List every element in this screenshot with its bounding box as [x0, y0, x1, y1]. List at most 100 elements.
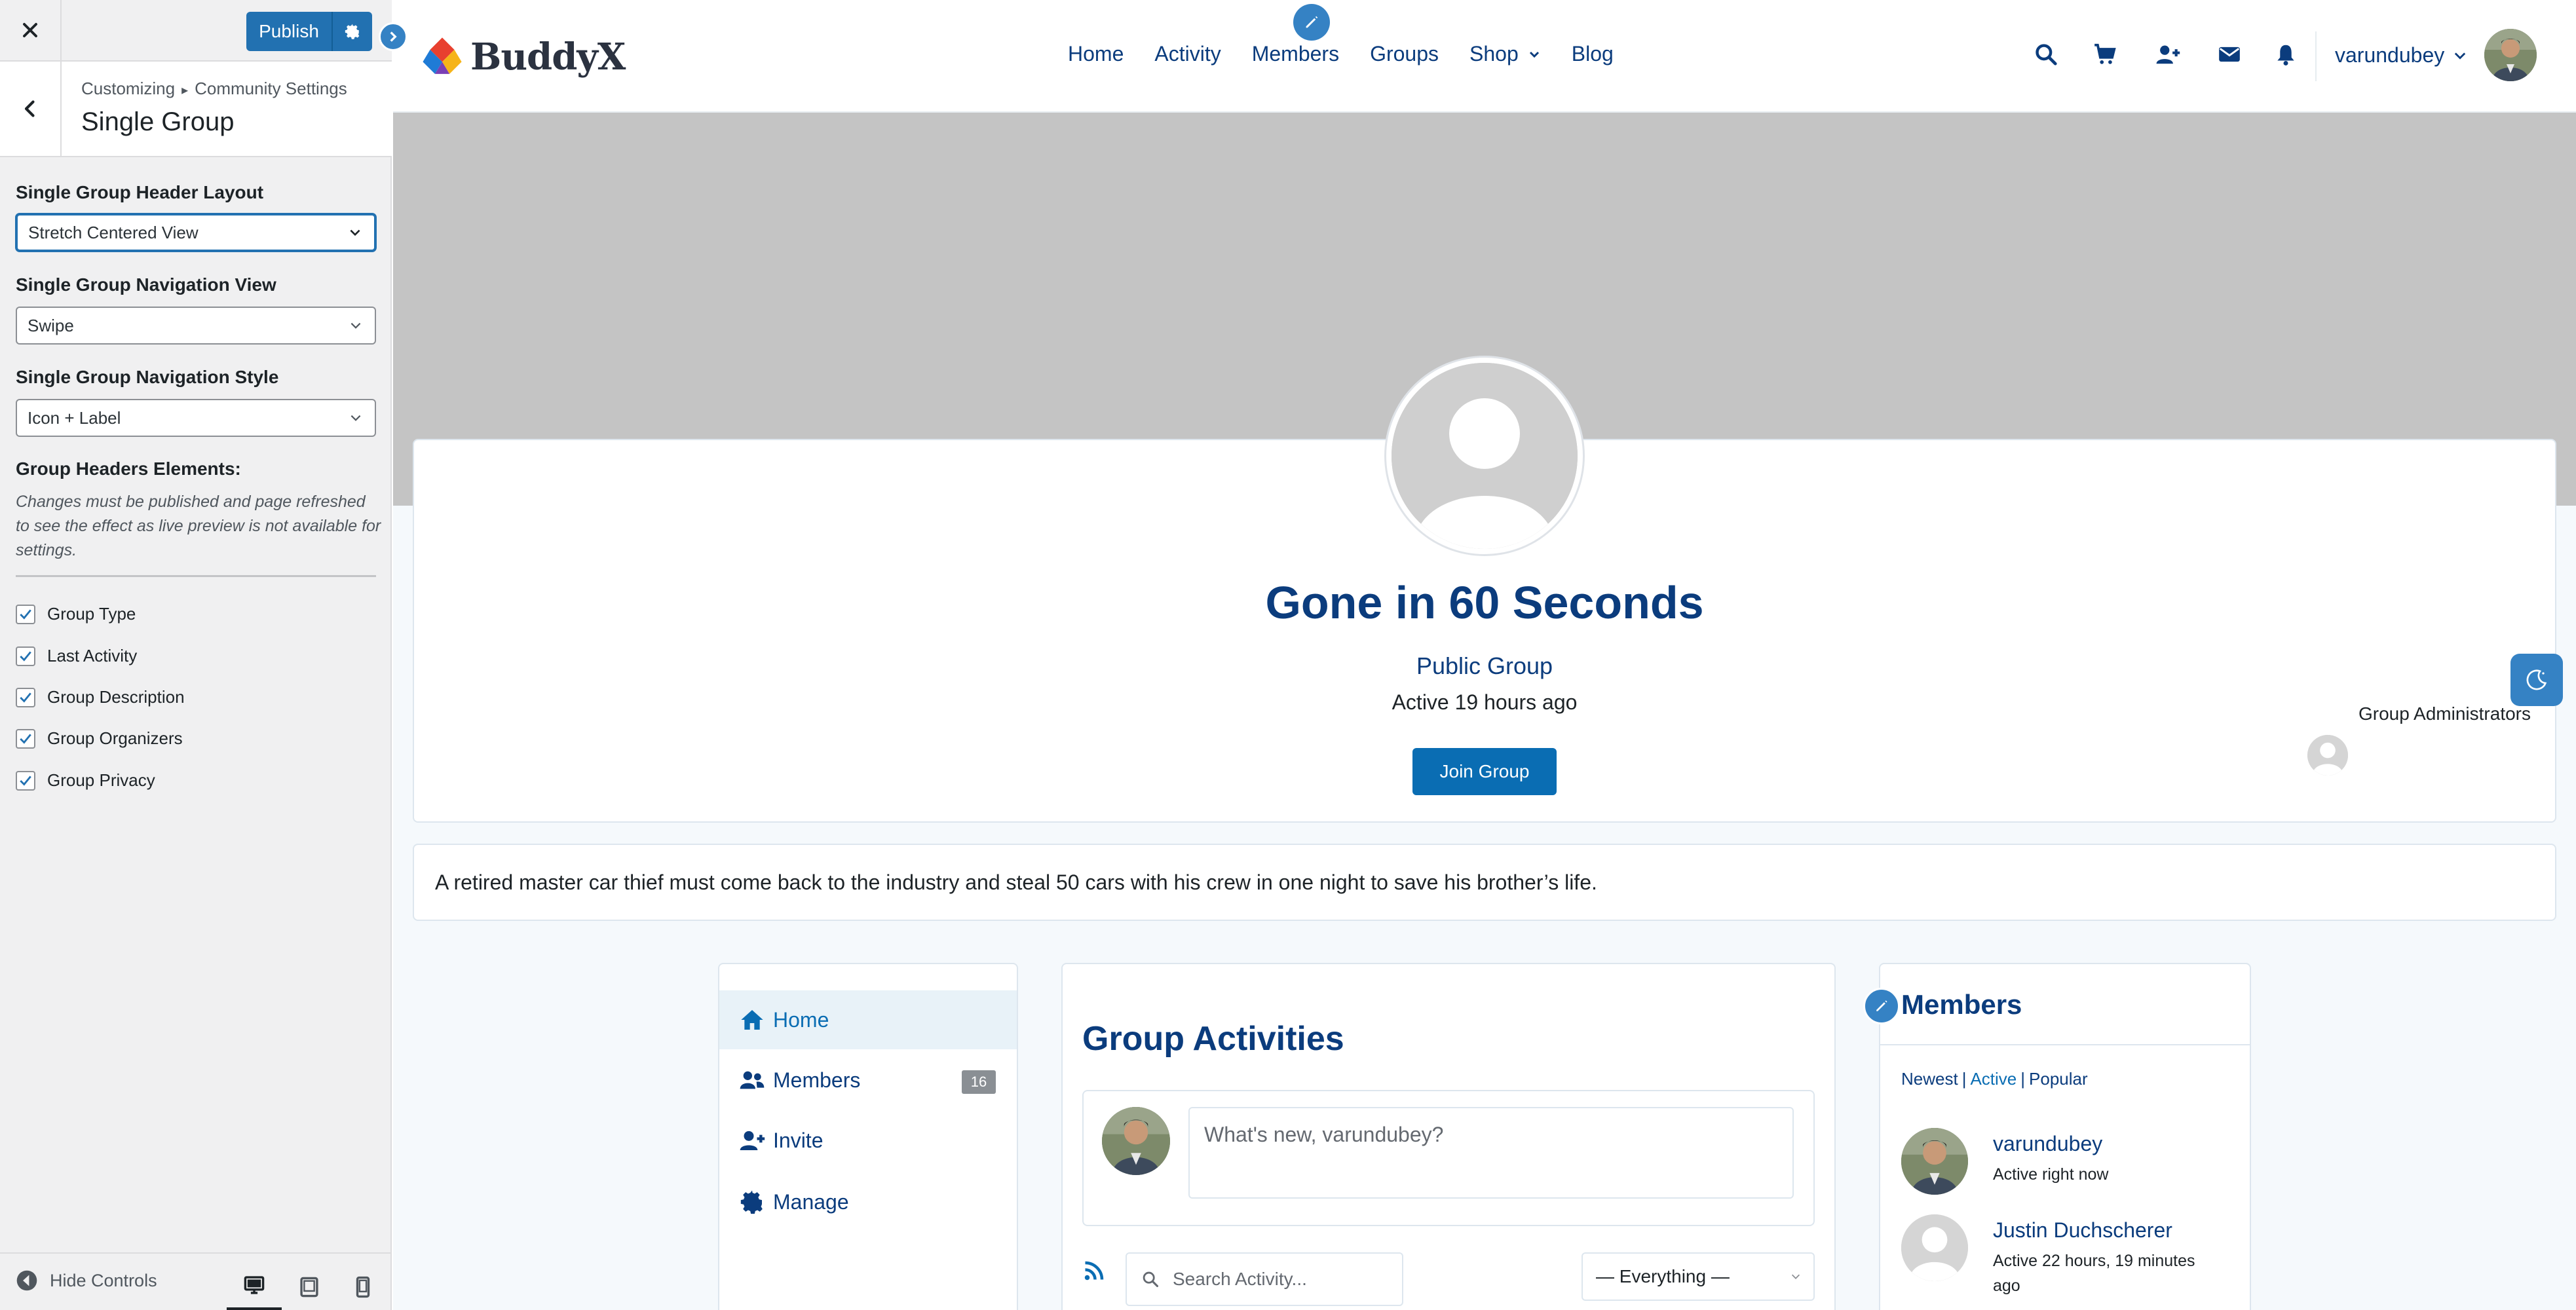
- checkmark-icon: [20, 775, 31, 786]
- close-customizer-button[interactable]: [0, 0, 62, 60]
- breadcrumb-separator: ▸: [181, 83, 189, 98]
- close-icon: [23, 23, 37, 37]
- divider: [16, 575, 376, 577]
- nav-blog[interactable]: Blog: [1572, 42, 1614, 66]
- navigation-view-value: Swipe: [28, 315, 74, 335]
- widget-edit-button[interactable]: [1863, 988, 1900, 1024]
- header-elements-help: Changes must be published and page refre…: [16, 493, 381, 559]
- nav-groups[interactable]: Groups: [1370, 42, 1439, 66]
- checkbox[interactable]: [16, 770, 35, 791]
- checkbox[interactable]: [16, 687, 35, 707]
- checkmark-icon: [20, 692, 31, 703]
- customizer-footer: Hide Controls: [0, 1252, 390, 1310]
- group-type: Public Group: [1416, 652, 1553, 679]
- gear-icon: [740, 1190, 763, 1214]
- nav-home[interactable]: Home: [1068, 42, 1124, 66]
- hide-controls-button[interactable]: Hide Controls: [16, 1269, 157, 1292]
- members-widget: Members Newest | Active | Popular varundubey…: [1863, 963, 2251, 1310]
- search-icon[interactable]: [2034, 42, 2058, 67]
- navigation-style-value: Icon + Label: [28, 407, 121, 428]
- group-nav-invite[interactable]: Invite: [719, 1111, 1017, 1170]
- checkbox[interactable]: [16, 646, 35, 666]
- group-avatar: [1386, 358, 1583, 554]
- member-name[interactable]: varundubey: [1993, 1132, 2102, 1156]
- whats-new-input[interactable]: What's new, varundubey?: [1188, 1107, 1794, 1199]
- members-count-badge: 16: [962, 1070, 996, 1094]
- nav-activity[interactable]: Activity: [1154, 42, 1221, 66]
- chevron-down-icon: [350, 322, 361, 329]
- activity-filter-value: — Everything —: [1596, 1266, 1730, 1286]
- default-avatar-icon: [1392, 363, 1578, 549]
- moon-icon: [2526, 669, 2547, 690]
- mail-icon[interactable]: [2217, 42, 2242, 67]
- member-avatar[interactable]: [1901, 1128, 1968, 1195]
- site-preview: BuddyX Home Activity Members Groups Shop…: [393, 0, 2576, 1310]
- logo-text: BuddyX: [470, 35, 626, 79]
- preview-desktop-button[interactable]: [227, 1263, 282, 1310]
- customizer-shortcut-button[interactable]: [379, 22, 407, 51]
- customizer-topbar: Publish: [0, 0, 392, 62]
- group-nav-home[interactable]: Home: [719, 990, 1017, 1049]
- group-nav-label: Manage: [773, 1189, 849, 1214]
- pencil-icon: [1876, 1000, 1887, 1011]
- user-photo: [1901, 1128, 1968, 1195]
- user-avatar[interactable]: [2484, 29, 2537, 81]
- preview-mobile-button[interactable]: [335, 1263, 390, 1310]
- join-group-button[interactable]: Join Group: [1412, 748, 1557, 795]
- invite-icon: [740, 1131, 765, 1150]
- cart-icon[interactable]: [2093, 42, 2117, 67]
- section-title: Single Group: [81, 107, 235, 136]
- menu-edit-button[interactable]: [1293, 4, 1330, 41]
- navigation-view-select[interactable]: Swipe: [16, 307, 376, 345]
- group-name: Gone in 60 Seconds: [1265, 577, 1704, 628]
- nav-members[interactable]: Members: [1252, 42, 1339, 66]
- add-friend-icon[interactable]: [2155, 42, 2180, 67]
- chevron-down-icon: [1791, 1274, 1800, 1279]
- navigation-style-select[interactable]: Icon + Label: [16, 399, 376, 437]
- activity-search-input[interactable]: Search Activity...: [1126, 1252, 1403, 1306]
- bell-icon[interactable]: [2273, 42, 2298, 67]
- group-activity-panel: Group Activities What's new, varundubey?…: [1061, 963, 1836, 1310]
- nav-shop[interactable]: Shop: [1469, 42, 1541, 66]
- checkbox-label: Group Type: [47, 604, 136, 624]
- home-icon: [741, 1010, 763, 1030]
- checkbox-group-type[interactable]: Group Type: [16, 604, 136, 624]
- checkbox-last-activity[interactable]: Last Activity: [16, 646, 137, 666]
- checkbox-group-organizers[interactable]: Group Organizers: [16, 728, 183, 749]
- group-nav-label: Members: [773, 1068, 861, 1092]
- divider: [1880, 1044, 2250, 1045]
- checkbox[interactable]: [16, 728, 35, 749]
- filter-active[interactable]: Active: [1970, 1069, 2017, 1089]
- chevron-left-icon: [24, 100, 35, 117]
- checkbox-group-privacy[interactable]: Group Privacy: [16, 770, 155, 791]
- group-admin-avatar[interactable]: [2307, 735, 2348, 776]
- header-layout-select[interactable]: Stretch Centered View: [16, 214, 376, 252]
- site-logo[interactable]: BuddyX: [418, 33, 626, 81]
- filter-popular[interactable]: Popular: [2029, 1069, 2088, 1089]
- checkbox[interactable]: [16, 604, 35, 624]
- chevron-down-icon: [1529, 51, 1539, 58]
- group-nav-manage[interactable]: Manage: [719, 1172, 1017, 1231]
- filter-newest[interactable]: Newest: [1901, 1069, 1958, 1089]
- site-header: BuddyX Home Activity Members Groups Shop…: [393, 0, 2576, 113]
- user-menu[interactable]: varundubey: [2335, 43, 2468, 67]
- checkmark-icon: [20, 608, 31, 620]
- header-elements-label: Group Headers Elements:: [16, 458, 241, 479]
- publish-button[interactable]: Publish: [246, 12, 372, 51]
- checkbox-group-description[interactable]: Group Description: [16, 687, 185, 707]
- rss-icon[interactable]: [1082, 1259, 1106, 1282]
- publish-label[interactable]: Publish: [246, 21, 331, 42]
- publish-settings-button[interactable]: [331, 12, 372, 51]
- desktop-icon: [244, 1276, 265, 1294]
- dark-mode-toggle[interactable]: [2510, 654, 2563, 706]
- activity-filter-select[interactable]: — Everything —: [1582, 1252, 1815, 1301]
- group-nav-members[interactable]: Members 16: [719, 1051, 1017, 1110]
- post-form: What's new, varundubey?: [1082, 1090, 1815, 1226]
- chevron-down-icon: [2455, 52, 2466, 60]
- member-avatar[interactable]: [1901, 1214, 1968, 1281]
- hide-controls-label: Hide Controls: [50, 1270, 157, 1290]
- back-button[interactable]: [0, 62, 62, 156]
- breadcrumb: Customizing ▸ Community Settings: [81, 79, 347, 99]
- member-name[interactable]: Justin Duchscherer: [1993, 1218, 2172, 1243]
- preview-tablet-button[interactable]: [282, 1263, 337, 1310]
